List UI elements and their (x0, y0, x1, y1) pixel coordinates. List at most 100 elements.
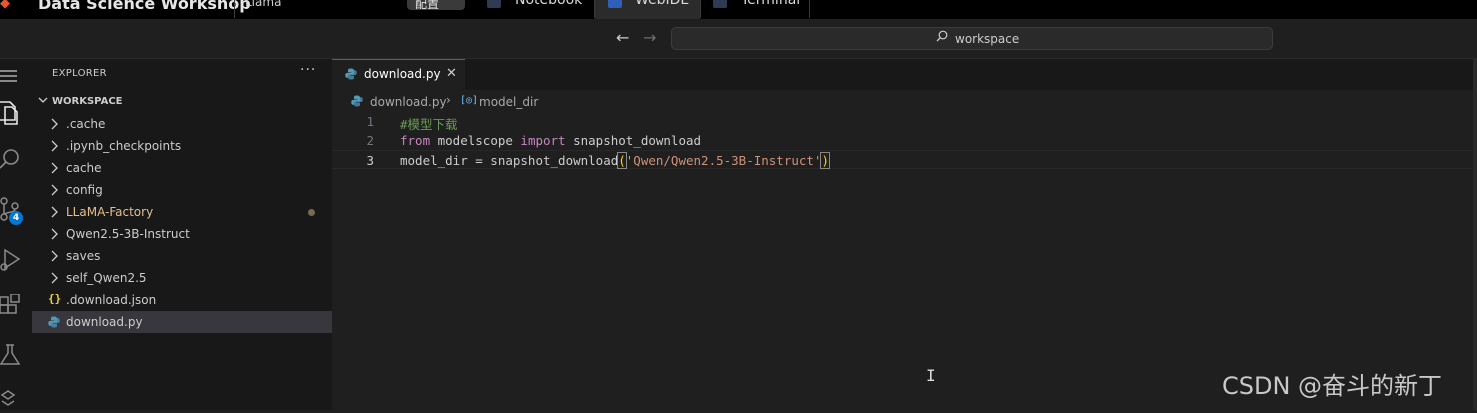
config-button[interactable]: 配置 (407, 0, 465, 11)
python-file-icon (48, 316, 60, 328)
breadcrumb: download.py › [◎] model_dir (332, 90, 1477, 112)
tab-divider (809, 0, 810, 18)
more-actions-icon[interactable]: ··· (300, 62, 316, 78)
code-keyword: import (520, 133, 566, 148)
line-number: 2 (366, 133, 374, 148)
workspace-section-header[interactable]: WORKSPACE (32, 92, 332, 112)
breadcrumb-symbol[interactable]: model_dir (479, 95, 538, 109)
tree-file-download-py[interactable]: download.py (32, 311, 332, 333)
chevron-right-icon (51, 250, 58, 262)
forward-arrow-icon[interactable]: → (643, 28, 656, 47)
tree-item-label: download.py (66, 315, 143, 329)
chevron-right-icon (51, 118, 58, 130)
workspace-label: WORKSPACE (52, 96, 123, 107)
line-number: 3 (366, 153, 374, 168)
search-icon[interactable] (0, 147, 22, 173)
code-module: modelscope (430, 133, 521, 148)
user-name[interactable]: Llama (245, 0, 281, 9)
tree-folder-cache-hidden[interactable]: .cache (32, 113, 332, 135)
explorer-title: EXPLORER (52, 68, 107, 79)
tree-folder-saves[interactable]: saves (32, 245, 332, 267)
tree-folder-config[interactable]: config (32, 179, 332, 201)
chevron-right-icon (51, 228, 58, 240)
tree-folder-llama-factory[interactable]: LLaMA-Factory (32, 201, 332, 223)
tree-item-label: Qwen2.5-3B-Instruct (66, 227, 190, 241)
breadcrumb-file[interactable]: download.py (370, 95, 447, 109)
code-line-current[interactable]: 3 model_dir = snapshot_download('Qwen/Qw… (332, 150, 1477, 169)
editor-tab-bar: download.py ✕ (332, 59, 1477, 90)
tree-item-label: .download.json (66, 293, 157, 307)
activity-bar: 4 (0, 59, 32, 410)
terminal-icon (713, 0, 727, 8)
tab-terminal-label: Terminal (741, 0, 801, 8)
breadcrumb-separator-icon: › (446, 93, 451, 107)
run-debug-icon[interactable] (0, 247, 22, 273)
remote-icon[interactable] (0, 387, 22, 413)
chevron-down-icon (38, 97, 48, 103)
app-logo-icon: ◆ (0, 0, 10, 10)
menu-icon[interactable] (0, 67, 22, 93)
chevron-right-icon (51, 206, 58, 218)
notebook-icon (487, 0, 501, 8)
tab-webide[interactable]: WebIDE (595, 0, 700, 19)
tree-folder-ipynb-checkpoints[interactable]: .ipynb_checkpoints (32, 135, 332, 157)
tree-item-label: config (66, 183, 103, 197)
app-header-bar: ◆ Data Science Workshop Llama 配置 Noteboo… (0, 0, 1477, 19)
code-identifier: model_dir = snapshot_download (400, 153, 619, 168)
python-file-icon (351, 95, 363, 107)
code-identifier: snapshot_download (565, 133, 702, 148)
extensions-icon[interactable] (0, 294, 22, 320)
code-comment: #模型下载 (400, 117, 458, 132)
config-button-label: 配置 (415, 0, 440, 11)
editor-tab-label: download.py (364, 67, 441, 81)
line-content: model_dir = snapshot_download('Qwen/Qwen… (400, 152, 830, 169)
source-control-badge: 4 (9, 211, 23, 225)
line-content: from modelscope import snapshot_download (400, 133, 701, 148)
tree-folder-qwen-instruct[interactable]: Qwen2.5-3B-Instruct (32, 223, 332, 245)
text-cursor-icon: I (926, 366, 936, 385)
chevron-right-icon (51, 162, 58, 174)
editor-area: download.py ✕ download.py › [◎] model_di… (332, 59, 1477, 410)
code-keyword: from (400, 133, 431, 148)
tree-item-label: .cache (66, 117, 106, 131)
header-divider (234, 0, 235, 18)
app-title: Data Science Workshop (38, 0, 251, 13)
command-center-search[interactable]: workspace (671, 27, 1273, 50)
variable-symbol-icon: [◎] (460, 95, 479, 106)
tab-terminal[interactable]: Terminal (713, 0, 809, 19)
code-bracket: ) (820, 152, 830, 169)
tree-item-label: .ipynb_checkpoints (66, 139, 182, 153)
tree-item-label: cache (66, 161, 102, 175)
tab-divider (700, 0, 701, 18)
search-icon (936, 30, 948, 42)
json-file-icon: {} (48, 292, 62, 305)
chevron-right-icon (51, 184, 58, 196)
tree-folder-self-qwen[interactable]: self_Qwen2.5 (32, 267, 332, 289)
vertical-scrollbar[interactable] (1473, 59, 1477, 410)
chevron-right-icon (51, 140, 58, 152)
modified-indicator-icon (308, 209, 315, 216)
tree-item-label: saves (66, 249, 101, 263)
tab-notebook-label: Notebook (515, 0, 583, 8)
code-line[interactable]: 2 from modelscope import snapshot_downlo… (332, 131, 1477, 150)
files-icon[interactable] (0, 99, 22, 125)
command-bar: ← → workspace (0, 19, 1477, 59)
watermark: CSDN @奋斗的新丁 (1222, 372, 1443, 400)
code-line[interactable]: 1 #模型下载 (332, 112, 1477, 132)
explorer-sidebar: EXPLORER ··· WORKSPACE .cache .ipynb_che… (32, 59, 332, 410)
search-text: workspace (955, 32, 1020, 46)
chevron-right-icon (51, 272, 58, 284)
close-icon[interactable]: ✕ (446, 66, 457, 81)
tree-folder-cache[interactable]: cache (32, 157, 332, 179)
editor-tab-download-py[interactable]: download.py ✕ (332, 59, 465, 90)
code-bracket: ( (617, 152, 627, 169)
tree-file-download-json[interactable]: {} .download.json (32, 289, 332, 311)
tab-notebook[interactable]: Notebook (487, 0, 587, 19)
python-file-icon (345, 68, 357, 80)
webide-icon (608, 0, 622, 8)
line-number: 1 (366, 114, 374, 129)
tree-item-label: LLaMA-Factory (66, 205, 154, 219)
back-arrow-icon[interactable]: ← (616, 28, 629, 47)
tab-webide-label: WebIDE (635, 0, 690, 8)
testing-icon[interactable] (0, 343, 22, 369)
